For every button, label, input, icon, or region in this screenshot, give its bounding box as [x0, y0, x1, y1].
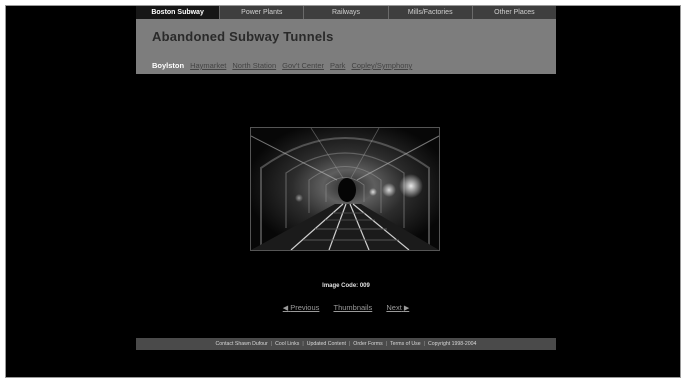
sub-nav-copley-symphony[interactable]: Copley/Symphony: [351, 61, 412, 71]
top-nav-mills-factories[interactable]: Mills/Factories: [389, 6, 473, 19]
footer-separator: |: [270, 341, 273, 347]
station-sub-nav: Boylston Haymarket North Station Gov't C…: [152, 61, 418, 71]
next-link[interactable]: Next ▶: [386, 303, 409, 312]
sub-nav-park[interactable]: Park: [330, 61, 345, 71]
previous-arrow-icon: ◀: [282, 305, 289, 312]
previous-link[interactable]: ◀ Previous: [283, 303, 320, 312]
sub-nav-north-station[interactable]: North Station: [232, 61, 276, 71]
footer-separator: |: [302, 341, 304, 347]
top-nav-other-places[interactable]: Other Places: [473, 6, 556, 19]
footer-link-cool-links[interactable]: Cool Links: [275, 341, 299, 347]
footer-separator: |: [423, 341, 425, 347]
browser-viewport: Boston Subway Power Plants Railways Mill…: [5, 5, 681, 378]
top-nav-boston-subway[interactable]: Boston Subway: [136, 6, 221, 19]
previous-label: Previous: [290, 303, 320, 312]
tunnel-photo[interactable]: [250, 127, 440, 251]
top-nav: Boston Subway Power Plants Railways Mill…: [136, 6, 556, 19]
page-header: Abandoned Subway Tunnels Boylston Haymar…: [136, 19, 556, 74]
footer-link-contact[interactable]: Contact Shawn Dufour: [216, 341, 268, 347]
image-code: Image Code: 009: [322, 283, 370, 289]
footer-copyright: Copyright 1998-2004: [427, 341, 477, 347]
page-content: Boston Subway Power Plants Railways Mill…: [136, 6, 556, 377]
next-arrow-icon: ▶: [403, 305, 410, 312]
footer-separator: |: [385, 341, 388, 347]
sub-nav-govt-center[interactable]: Gov't Center: [282, 61, 324, 71]
page-footer: Contact Shawn Dufour | Cool Links | Updated …: [136, 338, 556, 350]
page-title: Abandoned Subway Tunnels: [152, 29, 334, 44]
footer-link-terms-of-use[interactable]: Terms of Use: [390, 341, 421, 347]
photo-pager: ◀ Previous Thumbnails Next ▶: [136, 303, 556, 312]
sub-nav-boylston[interactable]: Boylston: [152, 61, 184, 71]
tunnel-photo-image: [251, 128, 439, 250]
top-nav-railways[interactable]: Railways: [304, 6, 389, 19]
sub-nav-haymarket[interactable]: Haymarket: [190, 61, 226, 71]
top-nav-power-plants[interactable]: Power Plants: [220, 6, 305, 19]
footer-separator: |: [348, 341, 351, 347]
footer-link-order-forms[interactable]: Order Forms: [353, 341, 382, 347]
thumbnails-link[interactable]: Thumbnails: [333, 303, 372, 312]
next-label: Next: [386, 303, 402, 312]
footer-link-updated-content[interactable]: Updated Content: [307, 341, 346, 347]
